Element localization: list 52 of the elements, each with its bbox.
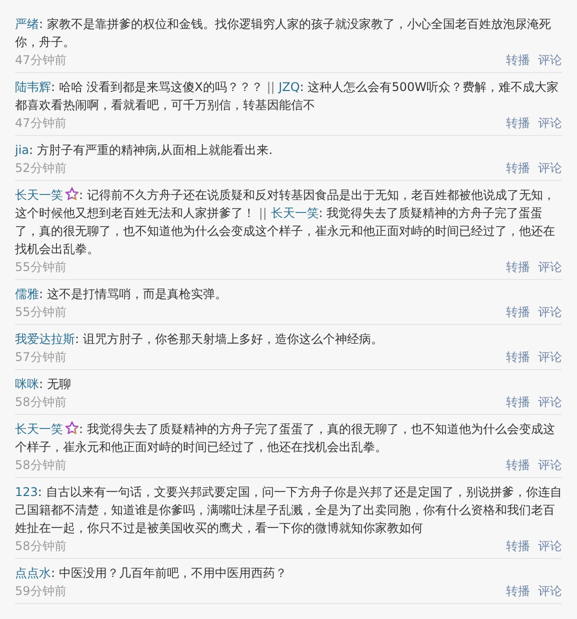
- action-link[interactable]: 评论: [538, 258, 562, 276]
- author-link[interactable]: 我爱达拉斯: [15, 332, 75, 346]
- comment-time: 59分钟前: [15, 583, 66, 600]
- action-link[interactable]: 转播: [506, 456, 530, 474]
- comment-text: 点点水: 中医没用？几百年前吧，不用中医用西药？: [15, 565, 288, 582]
- comment-text: 严绪: 家教不是靠拼爹的权位和金钱。找你逻辑穷人家的孩子就没家教了，小心全国老百姓放泡尿淹死你，舟子。: [15, 16, 552, 51]
- comment-text: 咪咪: 无聊: [15, 376, 72, 393]
- comment-text: 长天一笑 : 我觉得失去了质疑精神的方舟子完了蛋蛋了，真的很无聊了，也不知道他为什么会变成这个样子，崔永元和他正面对峙的时间已经过了，他还在找机会出乱拳。: [15, 420, 556, 456]
- comment-time: 47分钟前: [15, 115, 66, 132]
- action-link[interactable]: 评论: [538, 348, 562, 366]
- action-link[interactable]: 评论: [538, 582, 562, 600]
- author-link[interactable]: 咪咪: [15, 377, 39, 391]
- action-link[interactable]: 转播: [506, 582, 530, 600]
- action-link[interactable]: 转播: [506, 258, 530, 276]
- action-link[interactable]: 转播: [506, 537, 530, 555]
- action-link[interactable]: 转播: [506, 393, 530, 411]
- action-link[interactable]: 转播: [506, 159, 530, 177]
- comment-time: 58分钟前: [15, 457, 66, 474]
- comment-text: 我爱达拉斯: 诅咒方肘子，你爸那天射墙上多好，造你这么个神经病。: [15, 331, 384, 348]
- comment-text: 长天一笑 : 记得前不久方舟子还在说质疑和反对转基因食品是出于无知，老百姓都被他说成了无知，这个时候他又想到老百姓无法和人家拼爹了！ || 长天一笑: 我觉得失去了质疑精神的方舟子完了蛋蛋了，真的很无聊了，也不知道他为什么会变成这个样子，崔永元和他正面对峙的时间已经过了，他还在找机会出乱拳。: [15, 186, 556, 258]
- action-link[interactable]: 转播: [506, 51, 530, 69]
- author-link[interactable]: 点点水: [15, 566, 51, 580]
- author-link[interactable]: 严绪: [15, 17, 39, 31]
- author-link[interactable]: JZQ: [278, 80, 300, 94]
- action-link[interactable]: 转播: [506, 303, 530, 321]
- author-link[interactable]: 儒雅: [15, 287, 39, 301]
- author-link[interactable]: 长天一笑: [15, 422, 63, 436]
- comment-text: 儒雅: 这不是打情骂哨，而是真枪实弹。: [15, 286, 228, 303]
- comment-time: 55分钟前: [15, 304, 66, 321]
- comment-time: 58分钟前: [15, 538, 66, 555]
- action-link[interactable]: 评论: [538, 456, 562, 474]
- author-link[interactable]: 123: [15, 485, 38, 499]
- action-link[interactable]: 转播: [506, 348, 530, 366]
- author-link[interactable]: 长天一笑: [270, 206, 319, 220]
- comment-text: 123: 自古以来有一句话，文要兴邦武要定国，问一下方舟子你是兴邦了还是定国了，别说拼爹，你连自己国籍都不清楚，知道谁是你爹吗，满嘴吐沫星子乱溅，全是为了出卖同胞，你有什么资格和我们老百姓扯在一起，你只不过是被美国收买的鹰犬，看一下你的微博就知你家教如何: [15, 484, 562, 537]
- comment-time: 52分钟前: [15, 160, 66, 177]
- action-link[interactable]: 评论: [538, 51, 562, 69]
- action-link[interactable]: 评论: [538, 114, 562, 132]
- action-link[interactable]: 转播: [506, 114, 530, 132]
- action-link[interactable]: 评论: [538, 303, 562, 321]
- comment-text: jia: 方肘子有严重的精神病,从面相上就能看出来.: [15, 142, 274, 159]
- comment-time: 57分钟前: [15, 349, 66, 366]
- action-link[interactable]: 评论: [538, 159, 562, 177]
- author-link[interactable]: 长天一笑: [15, 188, 63, 202]
- author-link[interactable]: jia: [15, 143, 30, 157]
- comment-time: 55分钟前: [15, 259, 66, 276]
- comment-text: 陆韦辉: 哈哈 没看到都是来骂这傻X的吗？？？ || JZQ: 这种人怎么会有500W听众？费解，难不成大家都喜欢看热闹啊，看就看吧，可千万别信，转基因能信不: [15, 79, 560, 114]
- author-link[interactable]: 陆韦辉: [15, 80, 51, 94]
- action-link[interactable]: 评论: [538, 393, 562, 411]
- action-link[interactable]: 评论: [538, 537, 562, 555]
- comment-time: 58分钟前: [15, 394, 66, 411]
- comment-time: 47分钟前: [15, 52, 66, 69]
